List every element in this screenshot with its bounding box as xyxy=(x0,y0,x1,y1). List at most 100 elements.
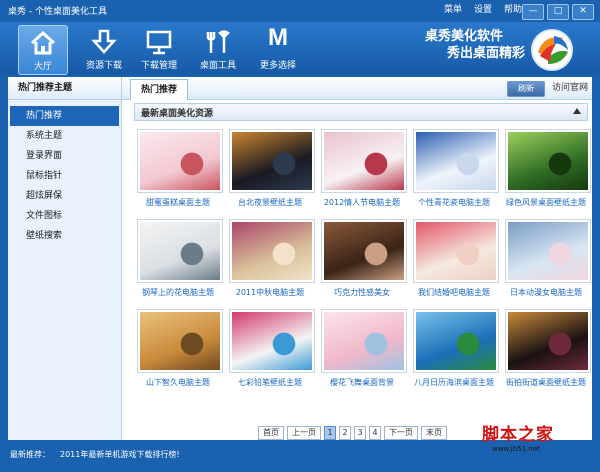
toolbar-hall-label: 大厅 xyxy=(33,62,52,72)
theme-preview-image xyxy=(324,132,404,190)
theme-caption[interactable]: 山下智久电脑主题 xyxy=(130,377,226,388)
theme-caption[interactable]: 2012情人节电脑主题 xyxy=(314,197,410,208)
theme-preview-image xyxy=(416,312,496,370)
collapse-triangle-icon[interactable] xyxy=(573,108,581,114)
theme-preview-image xyxy=(140,222,220,280)
theme-caption[interactable]: 八月日历海滨桌面主题 xyxy=(406,377,502,388)
refresh-button[interactable]: 刷新 xyxy=(507,81,545,97)
theme-card[interactable]: 我们结婚吧电脑主题 xyxy=(410,217,499,303)
sidebar-item-screensaver[interactable]: 超炫屏保 xyxy=(8,186,121,206)
watermark-text: 脚本之家 xyxy=(482,425,554,445)
main-panel: 热门推荐 刷新 访问官网 最新桌面美化资源 甜蜜蛋糕桌面主题 台北夜景壁纸主题 20… xyxy=(122,77,592,440)
next-page-button[interactable]: 下一页 xyxy=(384,426,418,440)
theme-card[interactable]: 街拍街道桌面壁纸主题 xyxy=(502,307,591,393)
theme-thumbnail[interactable] xyxy=(321,129,407,193)
sidebar-item-mouse-pointer[interactable]: 鼠标指针 xyxy=(8,166,121,186)
theme-caption[interactable]: 绿色风景桌面壁纸主题 xyxy=(498,197,594,208)
menu-item-help[interactable]: 帮助 xyxy=(504,3,522,17)
page-2-button[interactable]: 2 xyxy=(339,426,351,440)
sidebar-item-file-icons[interactable]: 文件图标 xyxy=(8,206,121,226)
theme-thumbnail[interactable] xyxy=(413,219,499,283)
theme-card[interactable]: 台北夜景壁纸主题 xyxy=(226,127,315,213)
theme-card[interactable]: 2011中秋电脑主题 xyxy=(226,217,315,303)
theme-caption[interactable]: 钢琴上的花电脑主题 xyxy=(130,287,226,298)
theme-thumbnail[interactable] xyxy=(137,129,223,193)
theme-card[interactable]: 日本动漫女电脑主题 xyxy=(502,217,591,303)
maximize-button[interactable]: □ xyxy=(547,4,569,20)
page-1-button[interactable]: 1 xyxy=(324,426,336,440)
download-arrow-icon xyxy=(91,29,117,54)
pagination: 首页 上一页 1 2 3 4 下一页 末页 xyxy=(258,426,447,440)
menu-item-settings[interactable]: 设置 xyxy=(474,3,492,17)
theme-thumbnail[interactable] xyxy=(321,309,407,373)
status-news-link[interactable]: 2011年最新单机游戏下载排行榜! xyxy=(60,449,180,460)
page-4-button[interactable]: 4 xyxy=(369,426,381,440)
theme-thumbnail[interactable] xyxy=(413,309,499,373)
prev-page-button[interactable]: 上一页 xyxy=(287,426,321,440)
theme-thumbnail[interactable] xyxy=(413,129,499,193)
tab-bar: 热门推荐 刷新 访问官网 xyxy=(122,77,592,100)
theme-thumbnail[interactable] xyxy=(505,219,591,283)
theme-caption[interactable]: 甜蜜蛋糕桌面主题 xyxy=(130,197,226,208)
theme-card[interactable]: 巧克力性感美女 xyxy=(318,217,407,303)
theme-preview-image xyxy=(324,312,404,370)
app-window: 桌秀 - 个性桌面美化工具 菜单 设置 帮助 — □ ✕ 大厅 资源下载 下载管… xyxy=(0,0,600,472)
menu-item-menu[interactable]: 菜单 xyxy=(444,3,462,17)
theme-caption[interactable]: 街拍街道桌面壁纸主题 xyxy=(498,377,594,388)
theme-card[interactable]: 绿色风景桌面壁纸主题 xyxy=(502,127,591,213)
letter-m-icon: M xyxy=(268,24,288,51)
theme-caption[interactable]: 日本动漫女电脑主题 xyxy=(498,287,594,298)
theme-card[interactable]: 樱花飞舞桌面背景 xyxy=(318,307,407,393)
theme-card[interactable]: 八月日历海滨桌面主题 xyxy=(410,307,499,393)
sidebar-item-wallpaper-search[interactable]: 壁纸搜索 xyxy=(8,226,121,246)
slogan-line-2: 秀出桌面精彩 xyxy=(447,46,526,61)
theme-preview-image xyxy=(232,132,312,190)
toolbar-hall-button[interactable]: 大厅 xyxy=(18,25,68,75)
theme-preview-image xyxy=(508,132,588,190)
sidebar-item-hot[interactable]: 热门推荐 xyxy=(10,106,119,126)
theme-caption[interactable]: 樱花飞舞桌面背景 xyxy=(314,377,410,388)
theme-caption[interactable]: 2011中秋电脑主题 xyxy=(222,287,318,298)
slogan-line-1: 桌秀美化软件 xyxy=(425,29,504,44)
theme-card[interactable]: 山下智久电脑主题 xyxy=(134,307,223,393)
theme-caption[interactable]: 巧克力性感美女 xyxy=(314,287,410,298)
theme-preview-image xyxy=(508,312,588,370)
sidebar-item-login-screen[interactable]: 登录界面 xyxy=(8,146,121,166)
theme-thumbnail[interactable] xyxy=(321,219,407,283)
theme-thumbnail[interactable] xyxy=(505,309,591,373)
theme-preview-image xyxy=(140,132,220,190)
brand-slogan: 桌秀美化软件 秀出桌面精彩 xyxy=(425,28,525,62)
page-3-button[interactable]: 3 xyxy=(354,426,366,440)
toolbar-more-button[interactable]: M 更多选择 xyxy=(254,25,302,73)
theme-card[interactable]: 甜蜜蛋糕桌面主题 xyxy=(134,127,223,213)
last-page-button[interactable]: 末页 xyxy=(421,426,447,440)
theme-thumbnail[interactable] xyxy=(229,219,315,283)
theme-card[interactable]: 2012情人节电脑主题 xyxy=(318,127,407,213)
toolbar-desktop-tools-button[interactable]: 桌面工具 xyxy=(194,25,242,73)
theme-thumbnail[interactable] xyxy=(137,219,223,283)
app-logo-icon xyxy=(531,29,573,71)
first-page-button[interactable]: 首页 xyxy=(258,426,284,440)
theme-card[interactable]: 七彩铅笔壁纸主题 xyxy=(226,307,315,393)
theme-thumbnail[interactable] xyxy=(137,309,223,373)
sidebar-item-system-theme[interactable]: 系统主题 xyxy=(8,126,121,146)
theme-thumbnail[interactable] xyxy=(229,309,315,373)
theme-preview-image xyxy=(232,312,312,370)
close-button[interactable]: ✕ xyxy=(572,4,594,20)
tab-hot[interactable]: 热门推荐 xyxy=(130,79,189,100)
theme-caption[interactable]: 个性青花瓷电脑主题 xyxy=(406,197,502,208)
theme-preview-image xyxy=(416,222,496,280)
theme-card[interactable]: 钢琴上的花电脑主题 xyxy=(134,217,223,303)
official-site-link[interactable]: 访问官网 xyxy=(552,81,588,95)
theme-caption[interactable]: 我们结婚吧电脑主题 xyxy=(406,287,502,298)
sidebar-list: 热门推荐 系统主题 登录界面 鼠标指针 超炫屏保 文件图标 壁纸搜索 xyxy=(8,106,121,246)
theme-card[interactable]: 个性青花瓷电脑主题 xyxy=(410,127,499,213)
toolbar-download-button[interactable]: 资源下载 xyxy=(80,25,128,73)
theme-thumbnail[interactable] xyxy=(229,129,315,193)
tools-icon xyxy=(206,30,230,53)
theme-thumbnail[interactable] xyxy=(505,129,591,193)
theme-caption[interactable]: 七彩铅笔壁纸主题 xyxy=(222,377,318,388)
minimize-button[interactable]: — xyxy=(522,4,544,20)
toolbar-download-manager-button[interactable]: 下载管理 xyxy=(135,25,183,73)
theme-caption[interactable]: 台北夜景壁纸主题 xyxy=(222,197,318,208)
